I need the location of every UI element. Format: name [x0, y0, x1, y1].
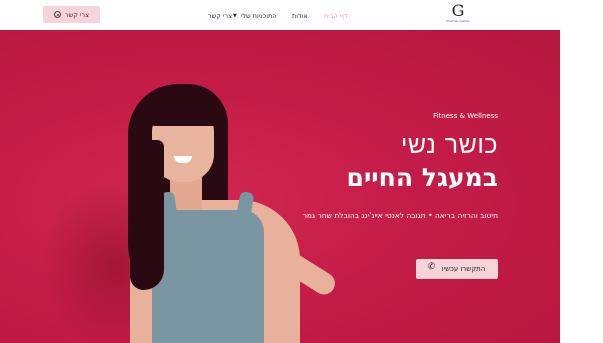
chevron-down-icon: ▼ — [233, 13, 237, 19]
hero-subline: חיטוב והרזיה בריאה • תגובה לאנטי אייג'ינ… — [302, 211, 498, 220]
call-now-button[interactable]: התקשרו עכשיו — [416, 259, 498, 279]
phone-icon — [428, 262, 437, 273]
header-contact-label: צרי קשר — [65, 10, 89, 19]
nav-item-home[interactable]: דף הבית — [324, 10, 348, 22]
nav-item-home-label: דף הבית — [324, 12, 348, 20]
logo-subtitle: Shachar Gamer — [446, 19, 470, 23]
hair-side — [130, 140, 164, 290]
site-logo[interactable]: G Shachar Gamer — [446, 3, 470, 27]
hero-tagline: Fitness & Wellness — [433, 112, 498, 120]
page: צרי קשר צרי קשר ▼ התוכניות שלי אודות דף … — [0, 0, 560, 343]
site-header: צרי קשר צרי קשר ▼ התוכניות שלי אודות דף … — [0, 0, 560, 30]
tank-top — [152, 210, 264, 343]
hair-top — [142, 86, 222, 126]
call-now-label: התקשרו עכשיו — [441, 265, 486, 273]
hero-headline-light: כושר נשי — [400, 130, 498, 159]
nav-item-contact-label: צרי קשר — [208, 12, 232, 20]
nav-item-programs[interactable]: ▼ התוכניות שלי — [233, 10, 277, 22]
nav-item-contact[interactable]: צרי קשר — [208, 10, 232, 22]
header-contact-button[interactable]: צרי קשר — [43, 6, 100, 23]
logo-letter: G — [451, 1, 465, 20]
nav-item-about[interactable]: אודות — [292, 10, 308, 22]
hero-section: Fitness & Wellness כושר נשי במעגל החיים … — [0, 30, 560, 343]
whatsapp-icon — [54, 11, 62, 18]
nav-item-programs-label: התוכניות שלי — [240, 12, 277, 20]
hero-headline-bold: במעגל החיים — [346, 163, 498, 192]
nav-item-about-label: אודות — [292, 12, 308, 20]
